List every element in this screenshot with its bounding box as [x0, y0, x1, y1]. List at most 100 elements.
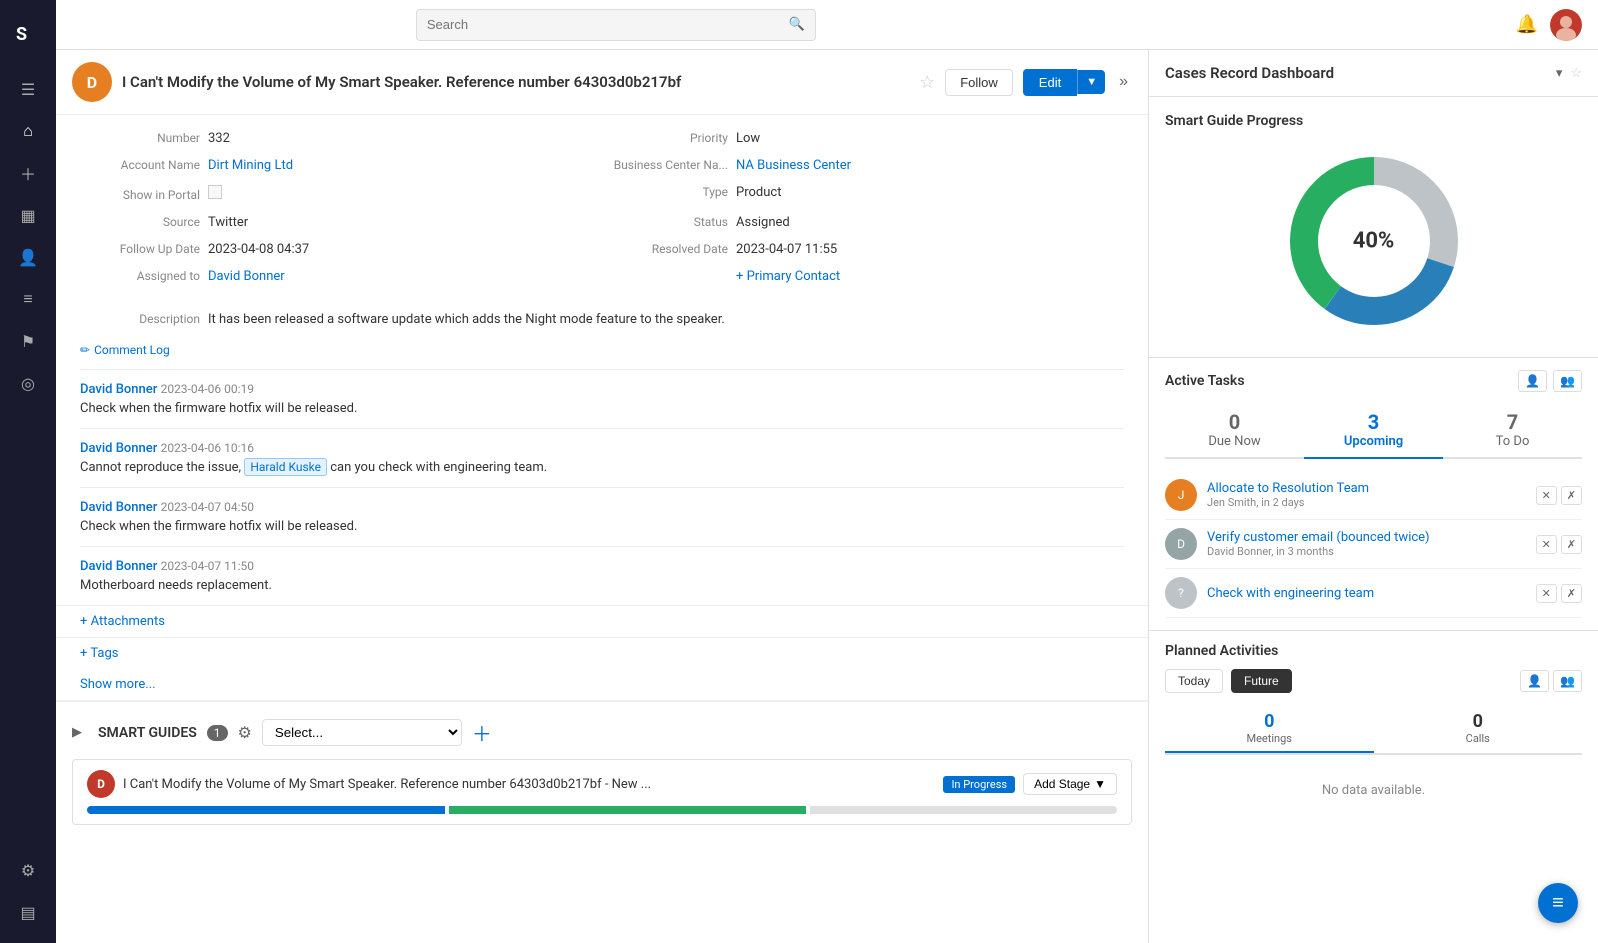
assigned-to-value[interactable]: David Bonner: [208, 269, 285, 284]
task-name-3[interactable]: Check with engineering team: [1207, 586, 1526, 601]
add-stage-button[interactable]: Add Stage ▼: [1023, 773, 1117, 795]
comment-log-toggle[interactable]: ✏ Comment Log: [80, 343, 1124, 357]
right-panel-chevron-icon[interactable]: ▾: [1556, 66, 1563, 81]
source-value: Twitter: [208, 215, 248, 230]
number-value: 332: [208, 131, 230, 146]
comment-author-4[interactable]: David Bonner: [80, 559, 157, 574]
task-name-1[interactable]: Allocate to Resolution Team: [1207, 481, 1526, 496]
pa-calls-count[interactable]: 0 Calls: [1374, 705, 1583, 753]
planned-activities-section: Planned Activities Today Future 👤 👥 0 Me…: [1149, 631, 1598, 943]
mention-tag[interactable]: Harald Kuske: [244, 458, 327, 476]
right-panel-star-icon[interactable]: ☆: [1570, 66, 1582, 81]
follow-up-label: Follow Up Date: [80, 242, 200, 256]
due-now-count: 0: [1173, 410, 1296, 434]
active-tasks-person-icon[interactable]: 👤: [1518, 370, 1547, 392]
task-edit-btn-1[interactable]: ✗: [1561, 486, 1582, 505]
field-type: Type Product: [608, 185, 1124, 203]
meetings-label: Meetings: [1171, 732, 1368, 745]
sidebar-flag-icon[interactable]: ⚑: [10, 323, 46, 359]
pa-tab-future[interactable]: Future: [1231, 669, 1292, 693]
task-info-3: Check with engineering team: [1207, 586, 1526, 601]
add-stage-label: Add Stage: [1034, 777, 1090, 791]
smart-guides-gear-icon[interactable]: ⚙: [238, 723, 252, 742]
comment-author-3[interactable]: David Bonner: [80, 500, 157, 515]
smart-guides-add-button[interactable]: ＋: [472, 718, 492, 747]
planned-activities-tabs: Today Future 👤 👥: [1165, 669, 1582, 693]
field-priority: Priority Low: [608, 131, 1124, 146]
smart-guides-collapse-icon[interactable]: ▶: [72, 725, 82, 740]
add-attachments-link[interactable]: + Attachments: [80, 614, 165, 629]
right-panel-title: Cases Record Dashboard: [1165, 64, 1548, 82]
active-tasks-tabs: 0 Due Now 3 Upcoming 7 To Do: [1165, 402, 1582, 459]
primary-contact-button[interactable]: + Primary Contact: [736, 269, 840, 284]
task-edit-btn-3[interactable]: ✗: [1561, 584, 1582, 603]
edit-button[interactable]: Edit: [1023, 69, 1077, 96]
sidebar-add-icon[interactable]: ＋: [10, 155, 46, 191]
notification-bell-icon[interactable]: 🔔: [1516, 14, 1538, 35]
calls-label: Calls: [1380, 732, 1577, 745]
upcoming-label: Upcoming: [1344, 434, 1403, 449]
field-number: Number 332: [80, 131, 596, 146]
task-complete-btn-2[interactable]: ✕: [1536, 535, 1557, 554]
task-edit-btn-2[interactable]: ✗: [1561, 535, 1582, 554]
field-row-portal-type: Show in Portal Type Product: [80, 185, 1124, 203]
edit-dropdown-button[interactable]: ▼: [1077, 70, 1105, 94]
show-more-link[interactable]: Show more...: [80, 677, 156, 692]
app-logo[interactable]: S: [0, 10, 56, 58]
source-label: Source: [80, 215, 200, 229]
sidebar-support-icon[interactable]: ◎: [10, 365, 46, 401]
to-do-count: 7: [1451, 410, 1574, 434]
account-name-value[interactable]: Dirt Mining Ltd: [208, 158, 293, 173]
checkbox-icon: [208, 185, 222, 199]
sidebar: S ☰ ⌂ ＋ ▦ 👤 ≡ ⚑ ◎ ⚙ ▤: [0, 0, 56, 943]
pa-people-icon[interactable]: 👥: [1553, 670, 1582, 692]
sidebar-contacts-icon[interactable]: 👤: [10, 239, 46, 275]
field-row-assigned: Assigned to David Bonner + Primary Conta…: [80, 269, 1124, 284]
star-icon[interactable]: ☆: [919, 72, 935, 93]
smart-guides-select[interactable]: Select...: [262, 719, 462, 746]
task-item-2: D Verify customer email (bounced twice) …: [1165, 520, 1582, 569]
donut-chart-container: 40%: [1165, 141, 1582, 341]
smart-guides-count-badge: 1: [207, 725, 228, 741]
task-name-2[interactable]: Verify customer email (bounced twice): [1207, 530, 1526, 545]
follow-button[interactable]: Follow: [945, 69, 1013, 96]
task-info-2: Verify customer email (bounced twice) Da…: [1207, 530, 1526, 558]
task-complete-btn-3[interactable]: ✕: [1536, 584, 1557, 603]
expand-button[interactable]: »: [1115, 69, 1132, 95]
sidebar-reports-icon[interactable]: ▦: [10, 197, 46, 233]
add-tags-link[interactable]: + Tags: [80, 646, 118, 661]
user-avatar[interactable]: [1550, 9, 1582, 41]
show-portal-checkbox[interactable]: [208, 185, 222, 203]
comment-author-2[interactable]: David Bonner: [80, 441, 157, 456]
tab-to-do[interactable]: 7 To Do: [1443, 402, 1582, 457]
pa-person-icon[interactable]: 👤: [1520, 670, 1549, 692]
comment-log-section: ✏ Comment Log David Bonner 2023-04-06 00…: [56, 343, 1148, 605]
description-label: Description: [80, 312, 200, 327]
sidebar-filter-icon[interactable]: ≡: [10, 281, 46, 317]
topbar: 🔍 🔔: [56, 0, 1598, 50]
search-input[interactable]: [427, 17, 789, 32]
sidebar-home-icon[interactable]: ⌂: [10, 113, 46, 149]
pa-meetings-count[interactable]: 0 Meetings: [1165, 705, 1374, 753]
sidebar-layers-icon[interactable]: ▤: [10, 894, 46, 930]
active-tasks-people-icon[interactable]: 👥: [1553, 370, 1582, 392]
search-box[interactable]: 🔍: [416, 9, 816, 41]
resolved-date-value: 2023-04-07 11:55: [736, 242, 837, 257]
pa-tab-today[interactable]: Today: [1165, 669, 1223, 693]
task-complete-btn-1[interactable]: ✕: [1536, 486, 1557, 505]
comment-author-1[interactable]: David Bonner: [80, 382, 157, 397]
comment-text-2: Cannot reproduce the issue, Harald Kuske…: [80, 460, 1124, 475]
tab-upcoming[interactable]: 3 Upcoming: [1304, 402, 1443, 459]
business-center-label: Business Center Na...: [608, 158, 728, 172]
business-center-value[interactable]: NA Business Center: [736, 158, 851, 173]
tab-due-now[interactable]: 0 Due Now: [1165, 402, 1304, 457]
fab-button[interactable]: ≡: [1538, 883, 1578, 923]
sidebar-settings-icon[interactable]: ⚙: [10, 852, 46, 888]
smart-guide-item: D I Can't Modify the Volume of My Smart …: [72, 759, 1132, 825]
case-title: I Can't Modify the Volume of My Smart Sp…: [122, 73, 909, 91]
case-detail: D I Can't Modify the Volume of My Smart …: [56, 50, 1148, 943]
planned-activities-header: Planned Activities: [1165, 643, 1582, 659]
comment-header-1: David Bonner 2023-04-06 00:19: [80, 382, 1124, 397]
progress-segment-1: [87, 806, 445, 814]
sidebar-menu-icon[interactable]: ☰: [10, 71, 46, 107]
